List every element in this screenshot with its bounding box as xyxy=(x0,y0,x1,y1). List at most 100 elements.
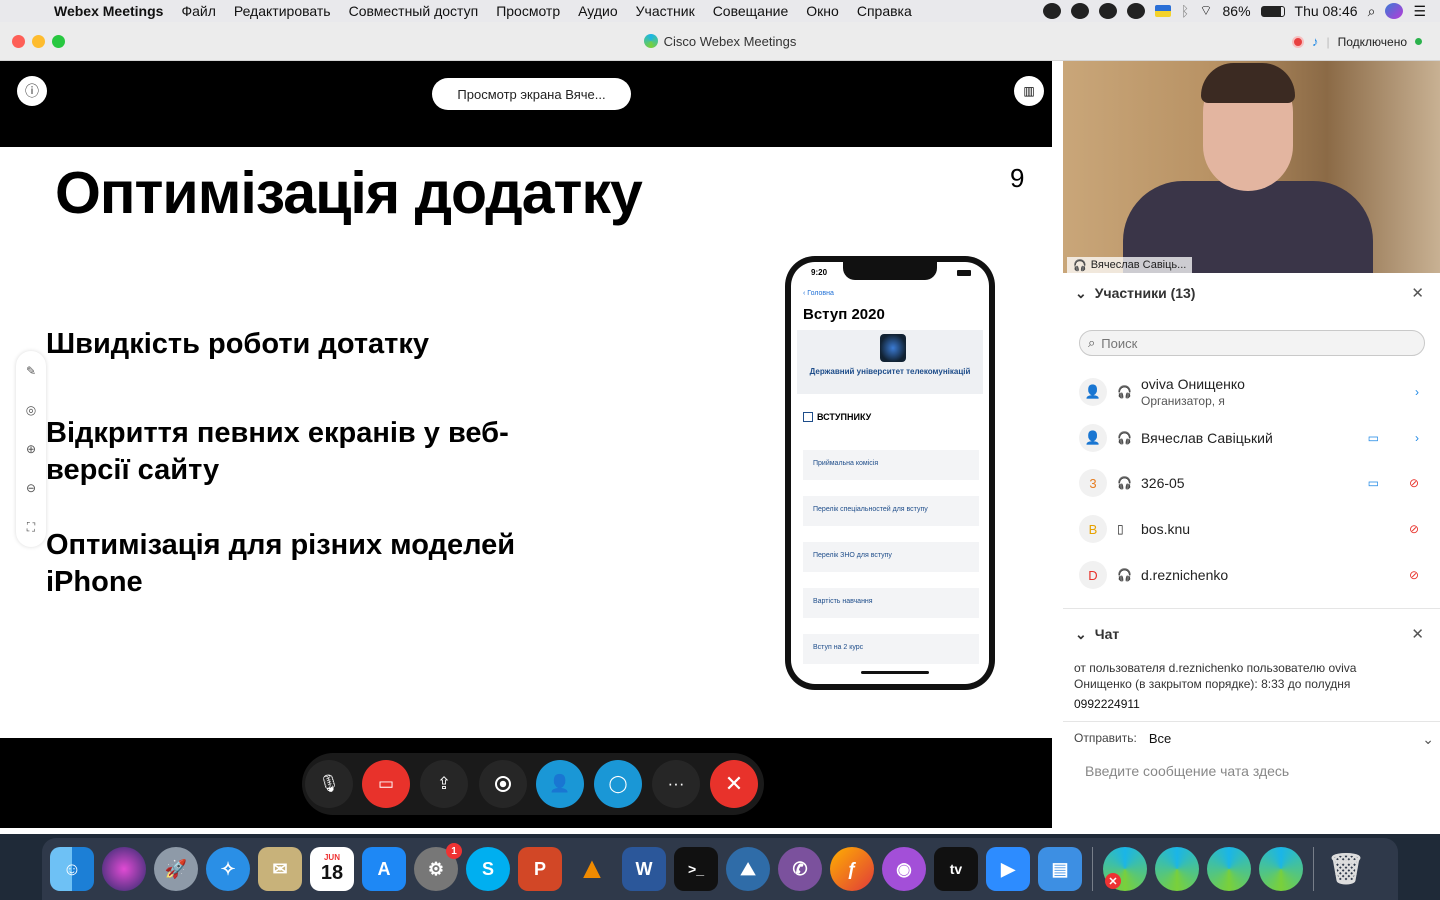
chat-button[interactable]: ◯ xyxy=(594,760,642,808)
shared-screen-stage: ⓘ Просмотр экрана Вяче... ▥ Оптимізація … xyxy=(0,61,1052,828)
participant-name: Вячеслав Савіцький xyxy=(1141,430,1273,446)
participant-row[interactable]: 👤 🎧 Вячеслав Савіцький ▭ › xyxy=(1079,418,1419,458)
siri-icon[interactable] xyxy=(1385,3,1404,19)
participant-row[interactable]: D 🎧 d.reznichenko ⊘ xyxy=(1079,555,1419,595)
cloud-tray-icon[interactable] xyxy=(1070,3,1089,19)
firefox-icon[interactable]: ƒ xyxy=(830,847,874,891)
participants-button[interactable]: 👤 xyxy=(536,760,584,808)
collapse-chevron-icon[interactable]: ⌄ xyxy=(1075,285,1087,302)
powerpoint-icon[interactable]: P xyxy=(518,847,562,891)
menu-view[interactable]: Просмотр xyxy=(487,3,569,19)
screen-view-button[interactable]: Просмотр экрана Вяче... xyxy=(432,78,631,110)
apple-tv-icon[interactable]: tv xyxy=(934,847,978,891)
share-content-button[interactable]: ⇪ xyxy=(420,760,468,808)
shield-tray-icon[interactable] xyxy=(1126,3,1145,19)
menu-help[interactable]: Справка xyxy=(848,3,921,19)
zoom-out-icon[interactable]: ⊖ xyxy=(26,481,36,495)
search-input[interactable] xyxy=(1101,335,1402,351)
menu-meeting[interactable]: Совещание xyxy=(704,3,798,19)
safari-icon[interactable]: ✧ xyxy=(206,847,250,891)
skype-tray-icon[interactable] xyxy=(1042,3,1061,19)
collapse-chevron-icon[interactable]: ⌄ xyxy=(1075,626,1087,643)
podcasts-icon[interactable]: ◉ xyxy=(882,847,926,891)
more-options-button[interactable]: ··· xyxy=(652,760,700,808)
control-center-icon[interactable]: ☰ xyxy=(1413,3,1426,20)
participant-video[interactable]: 🎧 Вячеслав Савіць... xyxy=(1063,61,1440,273)
participant-name: bos.knu xyxy=(1141,521,1191,537)
speaking-icon: › xyxy=(1415,385,1419,399)
terminal-icon[interactable]: >_ xyxy=(674,847,718,891)
phone-list-item: Перелік спеціальностей для вступу xyxy=(803,496,979,526)
calendar-icon[interactable]: JUN 18 xyxy=(310,847,354,891)
menu-window[interactable]: Окно xyxy=(797,3,848,19)
spotlight-search-icon[interactable]: ⌕ xyxy=(1368,3,1376,20)
menu-audio[interactable]: Аудио xyxy=(569,3,627,19)
webex-window-icon[interactable] xyxy=(1155,847,1199,891)
mute-button[interactable]: 🎙 xyxy=(305,760,353,808)
participant-row[interactable]: 3 🎧 326-05 ▭ ⊘ xyxy=(1079,463,1419,503)
sync-tray-icon[interactable] xyxy=(1098,3,1117,19)
leave-meeting-button[interactable]: ✕ xyxy=(710,760,758,808)
annotate-pen-icon[interactable]: ✎ xyxy=(26,364,36,378)
fit-screen-icon[interactable]: ⛶ xyxy=(27,520,35,535)
pointer-icon[interactable]: ◎ xyxy=(26,403,36,417)
menu-app-name[interactable]: Webex Meetings xyxy=(38,3,172,19)
microphone-muted-icon: ⊘ xyxy=(1408,522,1419,536)
chat-bubble-icon: ◯ xyxy=(608,774,628,793)
participant-name: 326-05 xyxy=(1141,475,1185,491)
participant-row[interactable]: 👤 🎧 oviva Онищенко Организатор, я › xyxy=(1079,372,1419,412)
meeting-info-button[interactable]: ⓘ xyxy=(17,76,47,106)
phone-screen: 9:20 ‹ Головна Вступ 2020 Державний унів… xyxy=(791,262,989,684)
webex-window-icon[interactable] xyxy=(1259,847,1303,891)
webex-window: Cisco Webex Meetings ♪ | Подключено ⓘ Пр… xyxy=(0,22,1440,834)
zoom-in-icon[interactable]: ⊕ xyxy=(26,442,36,456)
close-participants-icon[interactable]: ✕ xyxy=(1411,284,1424,302)
trash-icon[interactable]: 🗑 xyxy=(1324,847,1368,891)
recording-indicator-icon[interactable] xyxy=(1291,35,1304,48)
keyboard-layout-icon[interactable] xyxy=(1154,5,1171,17)
siri-dock-icon[interactable] xyxy=(102,847,146,891)
system-preferences-icon[interactable]: ⚙ 1 xyxy=(414,843,462,891)
slide-bullet: Відкриття певних екранів у веб-версії са… xyxy=(46,417,509,486)
webex-recent-icon[interactable]: ✕ xyxy=(1103,847,1147,891)
info-icon: ⓘ xyxy=(25,83,39,99)
slide-title: Оптимізація додатку xyxy=(55,160,643,226)
menu-participant[interactable]: Участник xyxy=(627,3,704,19)
wifi-icon[interactable]: ⌔ xyxy=(1199,2,1212,20)
finder-icon[interactable]: ☺ xyxy=(50,847,94,891)
skype-icon[interactable]: S xyxy=(466,847,510,891)
participant-row[interactable]: B ▯ bos.knu ⊘ xyxy=(1079,509,1419,549)
bluetooth-icon[interactable]: ᛒ xyxy=(1181,3,1189,19)
mountain-app-icon[interactable]: ⛰ xyxy=(726,847,770,891)
menu-edit[interactable]: Редактировать xyxy=(225,3,340,19)
app-store-icon[interactable]: A xyxy=(362,847,406,891)
close-chat-icon[interactable]: ✕ xyxy=(1411,625,1424,643)
phone-mockup: 9:20 ‹ Головна Вступ 2020 Державний унів… xyxy=(785,256,995,690)
word-icon[interactable]: W xyxy=(622,847,666,891)
webex-window-icon[interactable] xyxy=(1207,847,1251,891)
menu-file[interactable]: Файл xyxy=(172,3,224,19)
audio-indicator-icon[interactable]: ♪ xyxy=(1312,34,1319,49)
menu-bar: Webex Meetings Файл Редактировать Совмес… xyxy=(0,0,1440,22)
speaking-icon: › xyxy=(1415,431,1419,445)
chat-message-text: 0992224911 xyxy=(1074,697,1140,711)
phone-header: Вступ 2020 xyxy=(803,306,885,323)
viber-icon[interactable]: ✆ xyxy=(778,847,822,891)
chevron-down-icon[interactable]: ⌄ xyxy=(1422,731,1434,748)
layout-toggle-button[interactable]: ▥ xyxy=(1014,76,1044,106)
zoom-icon[interactable]: ▶ xyxy=(986,847,1030,891)
headset-icon: 🎧 xyxy=(1117,568,1132,582)
mail-stamp-icon[interactable]: ✉ xyxy=(258,847,302,891)
folder-icon[interactable]: ▤ xyxy=(1038,847,1082,891)
clock[interactable]: Thu 08:46 xyxy=(1295,3,1358,19)
chat-input[interactable]: Введите сообщение чата здесь xyxy=(1085,763,1289,779)
vlc-icon[interactable]: ▲ xyxy=(570,847,614,891)
video-camera-icon: ▭ xyxy=(1367,476,1379,490)
send-to-select[interactable]: Все xyxy=(1149,731,1171,748)
battery-icon[interactable] xyxy=(1260,5,1285,17)
search-icon: ⌕ xyxy=(1088,335,1096,350)
start-video-button[interactable]: ▭ xyxy=(362,760,410,808)
menu-share[interactable]: Совместный доступ xyxy=(340,3,488,19)
launchpad-icon[interactable]: 🚀 xyxy=(154,847,198,891)
record-button[interactable] xyxy=(479,760,527,808)
